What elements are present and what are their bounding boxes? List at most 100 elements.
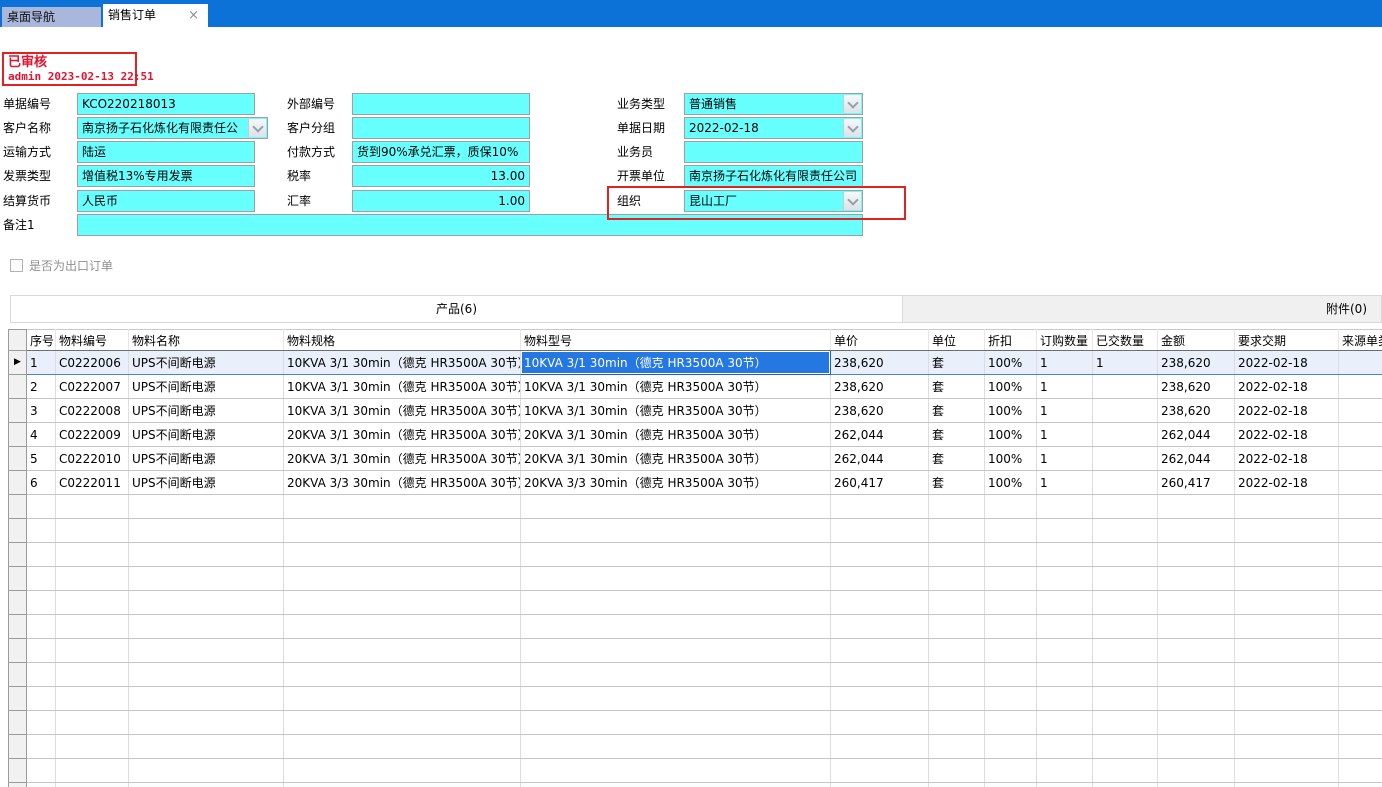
row-selector[interactable] [9, 735, 27, 759]
cell-amount[interactable]: 238,620 [1158, 351, 1235, 375]
exchange-rate-input[interactable]: 1.00 [352, 190, 530, 212]
cell-qty[interactable]: 1 [1037, 399, 1093, 423]
cell-amount[interactable]: 260,417 [1158, 471, 1235, 495]
row-selector[interactable] [9, 711, 27, 735]
column-header[interactable]: 序号 [27, 330, 56, 351]
invoice-type-input[interactable]: 增值税13%专用发票 [77, 165, 255, 187]
cell-discount[interactable]: 100% [985, 399, 1037, 423]
column-header[interactable]: 订购数量 [1037, 330, 1093, 351]
cell-spec[interactable]: 10KVA 3/1 30min（德克 HR3500A 30节） [284, 399, 521, 423]
row-selector[interactable] [9, 759, 27, 783]
salesman-input[interactable] [684, 141, 863, 163]
cell-due[interactable]: 2022-02-18 [1235, 375, 1339, 399]
business-type-dropdown-button[interactable] [843, 95, 861, 113]
cell-price[interactable]: 260,417 [831, 471, 929, 495]
row-selector[interactable] [9, 615, 27, 639]
cell-no[interactable]: 2 [27, 375, 56, 399]
row-selector[interactable] [9, 663, 27, 687]
row-selector[interactable] [9, 471, 27, 495]
cell-amount[interactable]: 238,620 [1158, 375, 1235, 399]
cell-source[interactable] [1339, 351, 1382, 375]
column-header[interactable]: 金额 [1158, 330, 1235, 351]
cell-discount[interactable]: 100% [985, 471, 1037, 495]
cell-price[interactable]: 262,044 [831, 423, 929, 447]
cell-name[interactable]: UPS不间断电源 [129, 447, 284, 471]
cell-code[interactable]: C0222009 [56, 423, 129, 447]
cell-discount[interactable]: 100% [985, 447, 1037, 471]
row-selector[interactable] [9, 399, 27, 423]
cell-no[interactable]: 3 [27, 399, 56, 423]
tab-desktop-navigation[interactable]: 桌面导航 [2, 7, 101, 27]
business-type-combo[interactable]: 普通销售 [684, 93, 863, 115]
doc-date-dropdown-button[interactable] [843, 119, 861, 137]
cell-name[interactable]: UPS不间断电源 [129, 423, 284, 447]
cell-source[interactable] [1339, 447, 1382, 471]
row-selector[interactable] [9, 591, 27, 615]
cell-code[interactable]: C0222011 [56, 471, 129, 495]
currency-input[interactable]: 人民币 [77, 190, 255, 212]
cell-spec[interactable]: 10KVA 3/1 30min（德克 HR3500A 30节） [284, 375, 521, 399]
tax-rate-input[interactable]: 13.00 [352, 165, 530, 187]
customer-name-combo[interactable]: 南京扬子石化炼化有限责任公 [77, 117, 268, 139]
cell-unit[interactable]: 套 [929, 399, 985, 423]
doc-no-input[interactable]: KCO220218013 [77, 93, 255, 115]
cell-model[interactable]: 10KVA 3/1 30min（德克 HR3500A 30节） [521, 375, 831, 399]
cell-spec[interactable]: 10KVA 3/1 30min（德克 HR3500A 30节） [284, 351, 521, 375]
remark1-input[interactable] [77, 214, 863, 236]
column-header[interactable]: 要求交期 [1235, 330, 1339, 351]
cell-price[interactable]: 238,620 [831, 399, 929, 423]
cell-amount[interactable]: 238,620 [1158, 399, 1235, 423]
column-header[interactable]: 已交数量 [1093, 330, 1158, 351]
cell-delivered[interactable] [1093, 375, 1158, 399]
cell-model[interactable]: 10KVA 3/1 30min（德克 HR3500A 30节） [521, 351, 831, 375]
column-header[interactable]: 物料名称 [129, 330, 284, 351]
external-no-input[interactable] [352, 93, 530, 115]
cell-name[interactable]: UPS不间断电源 [129, 375, 284, 399]
cell-price[interactable]: 238,620 [831, 375, 929, 399]
row-selector[interactable] [9, 447, 27, 471]
cell-delivered[interactable] [1093, 399, 1158, 423]
cell-code[interactable]: C0222008 [56, 399, 129, 423]
cell-model[interactable]: 10KVA 3/1 30min（德克 HR3500A 30节） [521, 399, 831, 423]
row-selector[interactable]: ▶ [9, 351, 27, 375]
row-selector[interactable] [9, 567, 27, 591]
cell-spec[interactable]: 20KVA 3/3 30min（德克 HR3500A 30节） [284, 471, 521, 495]
cell-qty[interactable]: 1 [1037, 423, 1093, 447]
cell-qty[interactable]: 1 [1037, 351, 1093, 375]
row-selector[interactable] [9, 423, 27, 447]
cell-model[interactable]: 20KVA 3/1 30min（德克 HR3500A 30节） [521, 423, 831, 447]
cell-unit[interactable]: 套 [929, 447, 985, 471]
row-selector[interactable] [9, 519, 27, 543]
cell-delivered[interactable] [1093, 423, 1158, 447]
cell-delivered[interactable] [1093, 447, 1158, 471]
cell-source[interactable] [1339, 399, 1382, 423]
cell-qty[interactable]: 1 [1037, 471, 1093, 495]
close-icon[interactable]: × [188, 4, 199, 27]
column-header[interactable]: 物料规格 [284, 330, 521, 351]
invoice-unit-input[interactable]: 南京扬子石化炼化有限责任公司 [684, 165, 863, 187]
cell-unit[interactable]: 套 [929, 375, 985, 399]
row-selector[interactable] [9, 639, 27, 663]
tab-products[interactable]: 产品(6) [10, 295, 903, 323]
organization-dropdown-button[interactable] [843, 192, 861, 210]
organization-combo[interactable]: 昆山工厂 [684, 190, 863, 212]
export-order-checkbox[interactable] [10, 259, 23, 272]
column-header[interactable]: 单位 [929, 330, 985, 351]
row-selector[interactable] [9, 687, 27, 711]
column-header[interactable]: 折扣 [985, 330, 1037, 351]
row-selector[interactable] [9, 543, 27, 567]
cell-no[interactable]: 4 [27, 423, 56, 447]
cell-due[interactable]: 2022-02-18 [1235, 447, 1339, 471]
cell-unit[interactable]: 套 [929, 423, 985, 447]
cell-spec[interactable]: 20KVA 3/1 30min（德克 HR3500A 30节） [284, 423, 521, 447]
cell-discount[interactable]: 100% [985, 351, 1037, 375]
cell-delivered[interactable]: 1 [1093, 351, 1158, 375]
cell-model[interactable]: 20KVA 3/1 30min（德克 HR3500A 30节） [521, 447, 831, 471]
cell-code[interactable]: C0222010 [56, 447, 129, 471]
cell-discount[interactable]: 100% [985, 375, 1037, 399]
row-selector[interactable] [9, 375, 27, 399]
row-selector[interactable] [9, 495, 27, 519]
cell-due[interactable]: 2022-02-18 [1235, 351, 1339, 375]
cell-spec[interactable]: 20KVA 3/1 30min（德克 HR3500A 30节） [284, 447, 521, 471]
cell-qty[interactable]: 1 [1037, 447, 1093, 471]
